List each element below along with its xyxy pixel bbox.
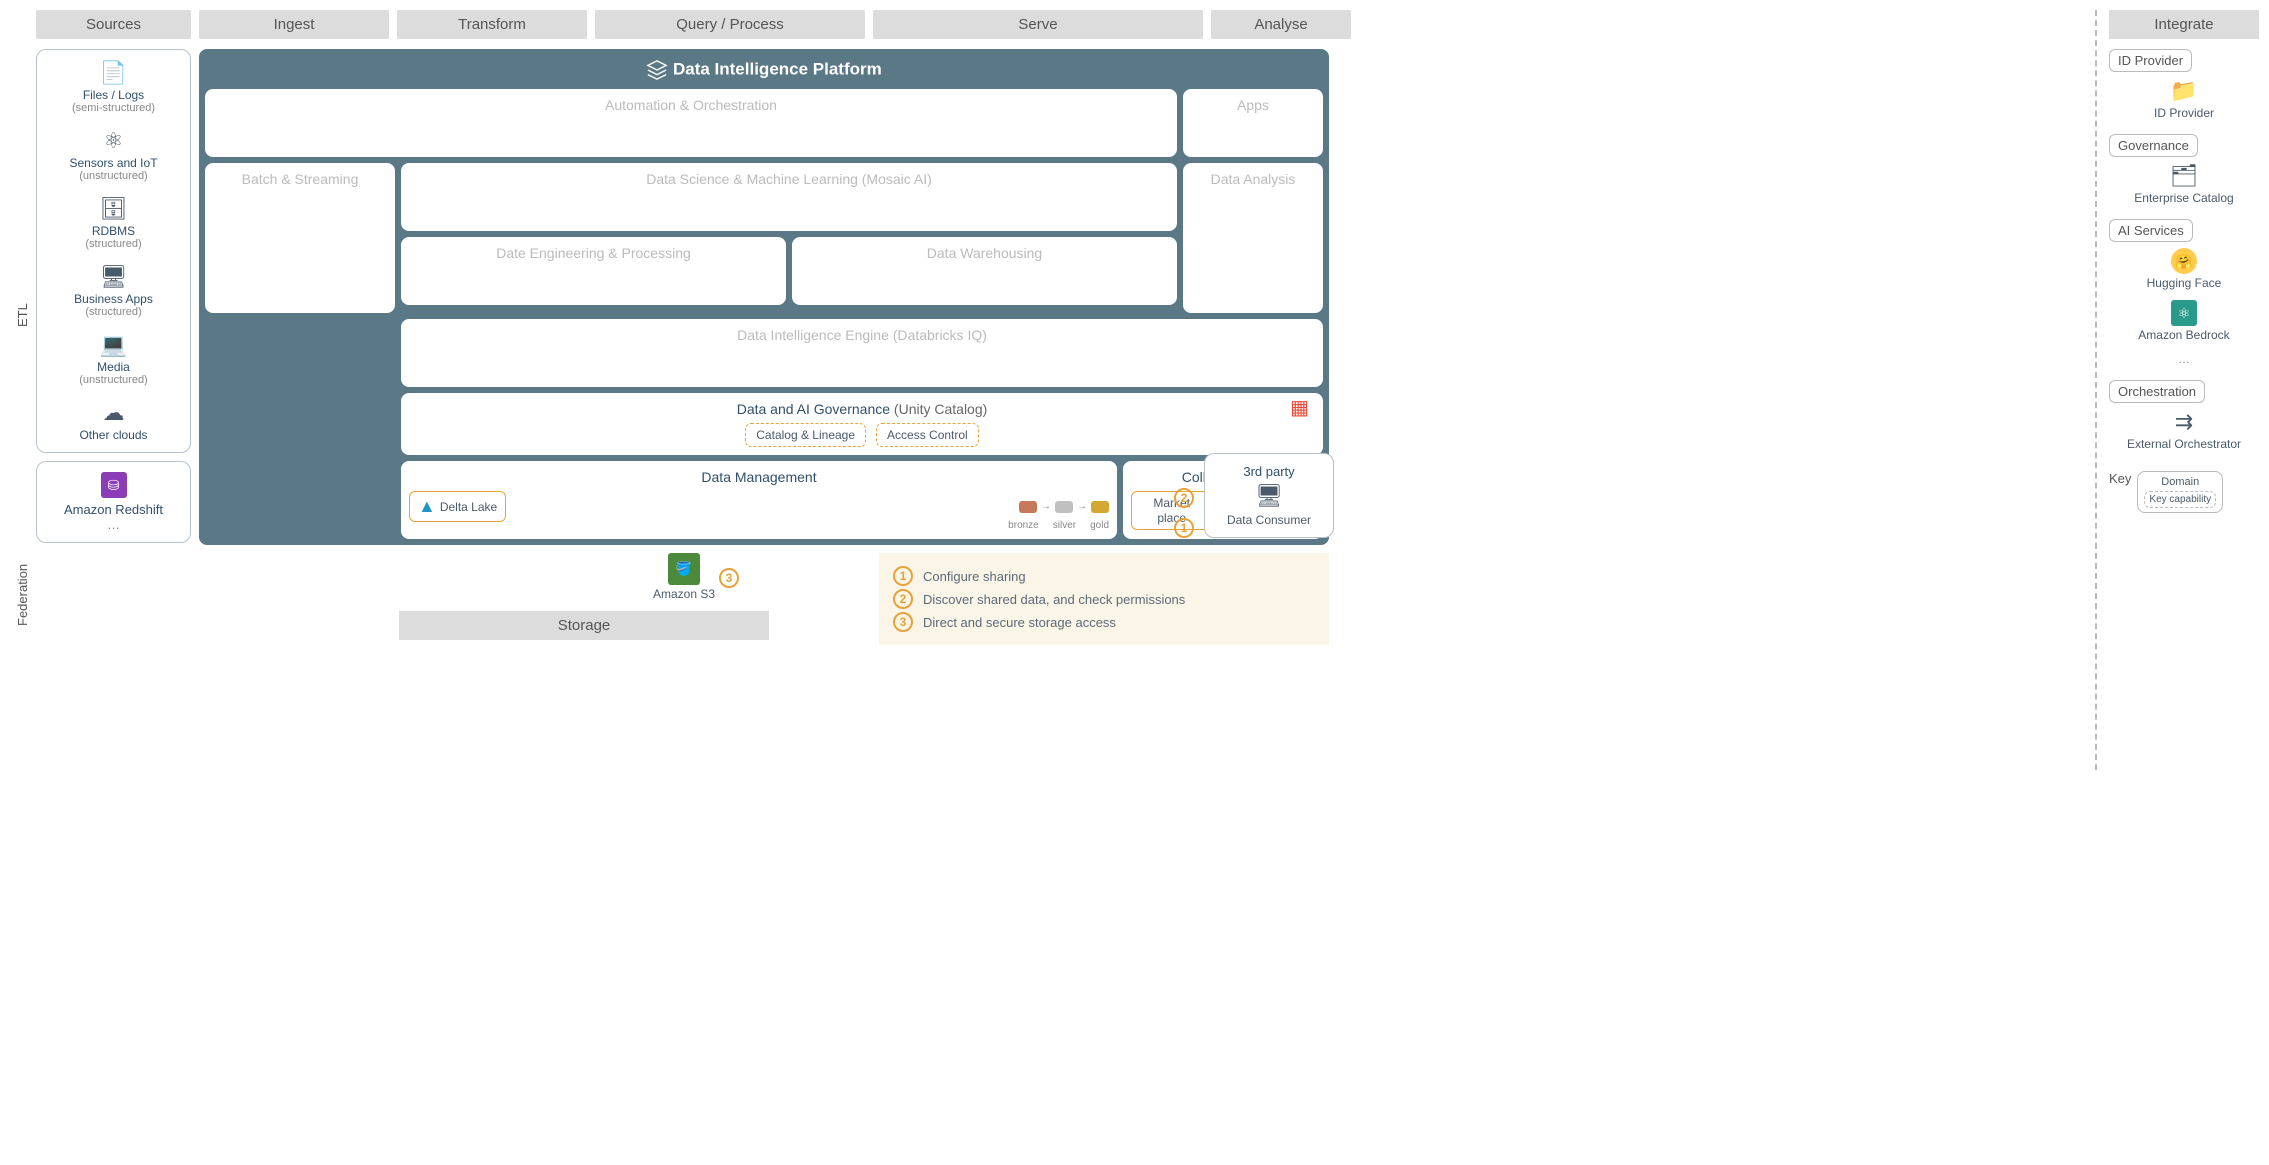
engine-box: Data Intelligence Engine (Databricks IQ) <box>401 319 1323 387</box>
s3-block: 🪣 Amazon S3 <box>599 553 769 601</box>
key-legend: Key Domain Key capability <box>2109 471 2259 513</box>
ext-orchestrator-item: ⇉External Orchestrator <box>2109 409 2259 451</box>
ai-services-chip: AI Services <box>2109 219 2193 242</box>
header-serve: Serve <box>873 10 1203 39</box>
third-party-box: 3rd party 🖥 Data Consumer <box>1204 453 1334 538</box>
catalog-red-icon: ▦ <box>1290 395 1309 420</box>
laptop-icon: 💻 <box>43 332 184 358</box>
legend-row-1: 1Configure sharing <box>893 566 1315 586</box>
source-clouds: ☁Other clouds <box>43 400 184 442</box>
catalog-icon: 🗂 <box>2109 163 2259 189</box>
key-domain-box: Domain Key capability <box>2137 471 2223 513</box>
platform-container: Data Intelligence Platform Automation & … <box>199 49 1329 545</box>
s3-icon: 🪣 <box>668 553 700 585</box>
catalog-lineage-chip: Catalog & Lineage <box>745 423 866 447</box>
etl-label: ETL <box>10 135 30 495</box>
left-axis-labels: ETL Federation <box>10 10 30 770</box>
hugging-face-item: 🤗Hugging Face <box>2109 248 2259 290</box>
legend-row-3: 3Direct and secure storage access <box>893 612 1315 632</box>
s3-label: Amazon S3 <box>599 587 769 601</box>
access-control-chip: Access Control <box>876 423 979 447</box>
key-capability-box: Key capability <box>2144 491 2216 508</box>
vertical-divider <box>2095 10 2097 770</box>
orchestration-chip: Orchestration <box>2109 380 2205 403</box>
legend-row-2: 2Discover shared data, and check permiss… <box>893 589 1315 609</box>
flow-3-badge: 3 <box>719 568 739 588</box>
apps-box: Apps <box>1183 89 1323 157</box>
main-column: Data Intelligence Platform Automation & … <box>199 49 1329 645</box>
sources-column: 📄Files / Logs(semi-structured) ⚛Sensors … <box>36 49 191 645</box>
data-warehousing-box: Data Warehousing <box>792 237 1177 305</box>
folder-user-icon: 📁 <box>2109 78 2259 104</box>
medallion-icons: → → <box>1019 501 1109 513</box>
marketplace-chip: Market place <box>1131 491 1212 530</box>
data-analysis-box: Data Analysis <box>1183 163 1323 313</box>
consumer-icon: 🖥 <box>1215 483 1323 509</box>
header-sources: Sources <box>36 10 191 39</box>
source-media: 💻Media(unstructured) <box>43 332 184 386</box>
governance-chip: Governance <box>2109 134 2198 157</box>
dm-title: Data Management <box>409 469 1109 485</box>
hugging-face-icon: 🤗 <box>2171 248 2197 274</box>
file-icon: 📄 <box>43 60 184 86</box>
workflow-icon: ⇉ <box>2109 409 2259 435</box>
source-files: 📄Files / Logs(semi-structured) <box>43 60 184 114</box>
source-rdbms: 🗄RDBMS(structured) <box>43 196 184 250</box>
delta-icon: ▲ <box>418 496 436 517</box>
header-ingest: Ingest <box>199 10 389 39</box>
federation-label: Federation <box>10 545 30 645</box>
flow-2-badge: 2 <box>1174 488 1194 508</box>
redshift-label: Amazon Redshift <box>43 502 184 517</box>
bedrock-icon: ⚛ <box>2171 300 2197 326</box>
consumer-label: Data Consumer <box>1215 513 1323 527</box>
id-provider-item: 📁ID Provider <box>2109 78 2259 120</box>
data-engineering-box: Date Engineering & Processing <box>401 237 786 305</box>
governance-box: Data and AI Governance (Unity Catalog) ▦… <box>401 393 1323 455</box>
column-headers: Sources Ingest Transform Query / Process… <box>36 10 2083 39</box>
governance-title: Data and AI Governance (Unity Catalog) <box>411 401 1313 417</box>
enterprise-catalog-item: 🗂Enterprise Catalog <box>2109 163 2259 205</box>
source-iot: ⚛Sensors and IoT(unstructured) <box>43 128 184 182</box>
redshift-icon: ⛁ <box>101 472 127 498</box>
bedrock-item: ⚛Amazon Bedrock <box>2109 300 2259 342</box>
delta-lake-chip: ▲ Delta Lake <box>409 491 506 522</box>
source-apps: 🖥Business Apps(structured) <box>43 264 184 318</box>
automation-box: Automation & Orchestration <box>205 89 1177 157</box>
database-icon: 🗄 <box>43 196 184 222</box>
header-analyse: Analyse <box>1211 10 1351 39</box>
data-management-box: Data Management ▲ Delta Lake → → <box>401 461 1117 539</box>
header-query: Query / Process <box>595 10 865 39</box>
id-provider-chip: ID Provider <box>2109 49 2192 72</box>
silver-icon <box>1055 501 1073 513</box>
bronze-icon <box>1019 501 1037 513</box>
gold-icon <box>1091 501 1109 513</box>
integrate-header: Integrate <box>2109 10 2259 39</box>
stack-icon <box>646 59 668 81</box>
federation-box: ⛁ Amazon Redshift … <box>36 461 191 543</box>
flow-1-badge: 1 <box>1174 518 1194 538</box>
sources-box: 📄Files / Logs(semi-structured) ⚛Sensors … <box>36 49 191 453</box>
platform-title: Data Intelligence Platform <box>205 55 1323 89</box>
batch-streaming-box: Batch & Streaming <box>205 163 395 313</box>
cloud-icon: ☁ <box>43 400 184 426</box>
storage-header: Storage <box>399 611 769 640</box>
legend-box: 1Configure sharing 2Discover shared data… <box>879 553 1329 645</box>
dsml-box: Data Science & Machine Learning (Mosaic … <box>401 163 1177 231</box>
sensor-icon: ⚛ <box>43 128 184 154</box>
integrate-column: Integrate ID Provider 📁ID Provider Gover… <box>2109 10 2259 770</box>
monitor-icon: 🖥 <box>43 264 184 290</box>
federation-more: … <box>43 517 184 532</box>
third-party-title: 3rd party <box>1215 464 1323 479</box>
header-transform: Transform <box>397 10 587 39</box>
ai-more: … <box>2109 352 2259 366</box>
